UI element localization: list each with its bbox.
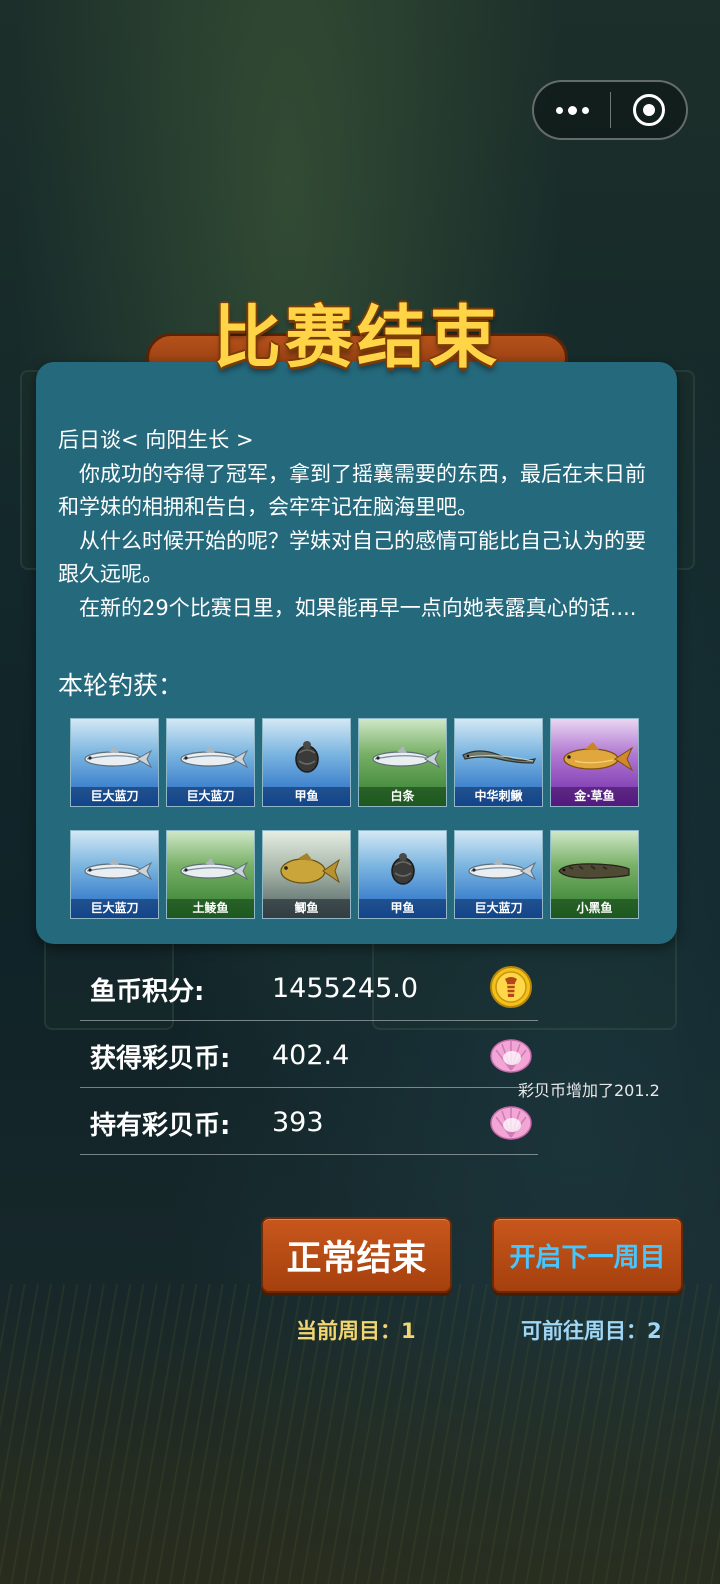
catch-item[interactable]: 鲫鱼 xyxy=(262,830,351,919)
earned-shell-value: 402.4 xyxy=(272,1040,350,1071)
mini-program-capsule xyxy=(532,80,688,140)
catch-item[interactable]: 金·草鱼 xyxy=(550,718,639,807)
shell-coin-icon xyxy=(490,1039,532,1073)
story-text: 后日谈< 向阳生长 > 你成功的夺得了冠军，拿到了摇襄需要的东西，最后在末日前和… xyxy=(58,424,658,625)
current-round-label: 当前周目：1 xyxy=(296,1319,416,1343)
earned-shell-label: 获得彩贝币: xyxy=(90,1044,231,1074)
shell-coin-icon xyxy=(490,1106,532,1140)
story-heading: 后日谈< 向阳生长 > xyxy=(58,428,254,452)
catch-item-name: 小黑鱼 xyxy=(551,899,638,918)
catch-item[interactable]: 巨大蓝刀 xyxy=(166,718,255,807)
catch-item-name: 土鲮鱼 xyxy=(167,899,254,918)
catch-item[interactable]: 甲鱼 xyxy=(358,830,447,919)
story-paragraph: 在新的29个比赛日里，如果能再早一点向她表露真心的话.... xyxy=(79,595,637,620)
catch-item-name: 金·草鱼 xyxy=(551,787,638,806)
available-round-label: 可前往周目：2 xyxy=(521,1319,662,1343)
catch-label: 本轮钓获： xyxy=(58,671,184,700)
fish-coins-value: 1455245.0 xyxy=(272,973,419,1004)
more-menu-button[interactable] xyxy=(534,82,610,138)
catch-item[interactable]: 巨大蓝刀 xyxy=(454,830,543,919)
page-title: 比赛结束 xyxy=(212,299,501,378)
catch-item-name: 巨大蓝刀 xyxy=(71,899,158,918)
gold-coin-icon xyxy=(490,966,532,1008)
catch-item[interactable]: 巨大蓝刀 xyxy=(70,830,159,919)
catch-item[interactable]: 巨大蓝刀 xyxy=(70,718,159,807)
catch-grid: 巨大蓝刀 巨大蓝刀 甲鱼 白条 中华刺鳅 金·草鱼 巨大蓝刀 土鲮鱼 鲫鱼 甲鱼 巨大蓝刀 小黑鱼 xyxy=(70,718,642,919)
catch-item[interactable]: 白条 xyxy=(358,718,447,807)
catch-item[interactable]: 甲鱼 xyxy=(262,718,351,807)
story-paragraph: 从什么时候开始的呢？学妹对自己的感情可能比自己认为的要跟久远呢。 xyxy=(58,528,646,587)
close-program-button[interactable] xyxy=(611,94,686,126)
catch-item[interactable]: 土鲮鱼 xyxy=(166,830,255,919)
normal-end-button[interactable]: 正常结束 xyxy=(261,1217,452,1293)
fish-coins-label: 鱼币积分: xyxy=(90,977,205,1007)
held-shell-row: 持有彩贝币: 393 xyxy=(80,1089,538,1155)
start-next-round-button[interactable]: 开启下一周目 xyxy=(492,1217,683,1293)
catch-item[interactable]: 小黑鱼 xyxy=(550,830,639,919)
story-paragraph: 你成功的夺得了冠军，拿到了摇襄需要的东西，最后在末日前和学妹的相拥和告白，会牢牢… xyxy=(58,461,646,520)
earned-shell-row: 获得彩贝币: 402.4 xyxy=(80,1022,538,1088)
catch-item-name: 甲鱼 xyxy=(263,787,350,806)
shell-increase-toast: 彩贝币增加了201.2 xyxy=(518,1081,660,1100)
more-dot-icon xyxy=(567,105,577,115)
fish-coins-row: 鱼币积分: 1455245.0 xyxy=(80,955,538,1021)
held-shell-value: 393 xyxy=(272,1107,324,1138)
catch-item-name: 中华刺鳅 xyxy=(455,787,542,806)
catch-item-name: 巨大蓝刀 xyxy=(167,787,254,806)
held-shell-label: 持有彩贝币: xyxy=(90,1111,231,1141)
catch-item-name: 巨大蓝刀 xyxy=(455,899,542,918)
more-dot-icon xyxy=(581,106,589,114)
target-circle-icon xyxy=(632,94,665,126)
more-dot-icon xyxy=(555,106,563,114)
catch-item-name: 鲫鱼 xyxy=(263,899,350,918)
catch-item[interactable]: 中华刺鳅 xyxy=(454,718,543,807)
catch-item-name: 甲鱼 xyxy=(359,899,446,918)
catch-item-name: 白条 xyxy=(359,787,446,806)
catch-item-name: 巨大蓝刀 xyxy=(71,787,158,806)
